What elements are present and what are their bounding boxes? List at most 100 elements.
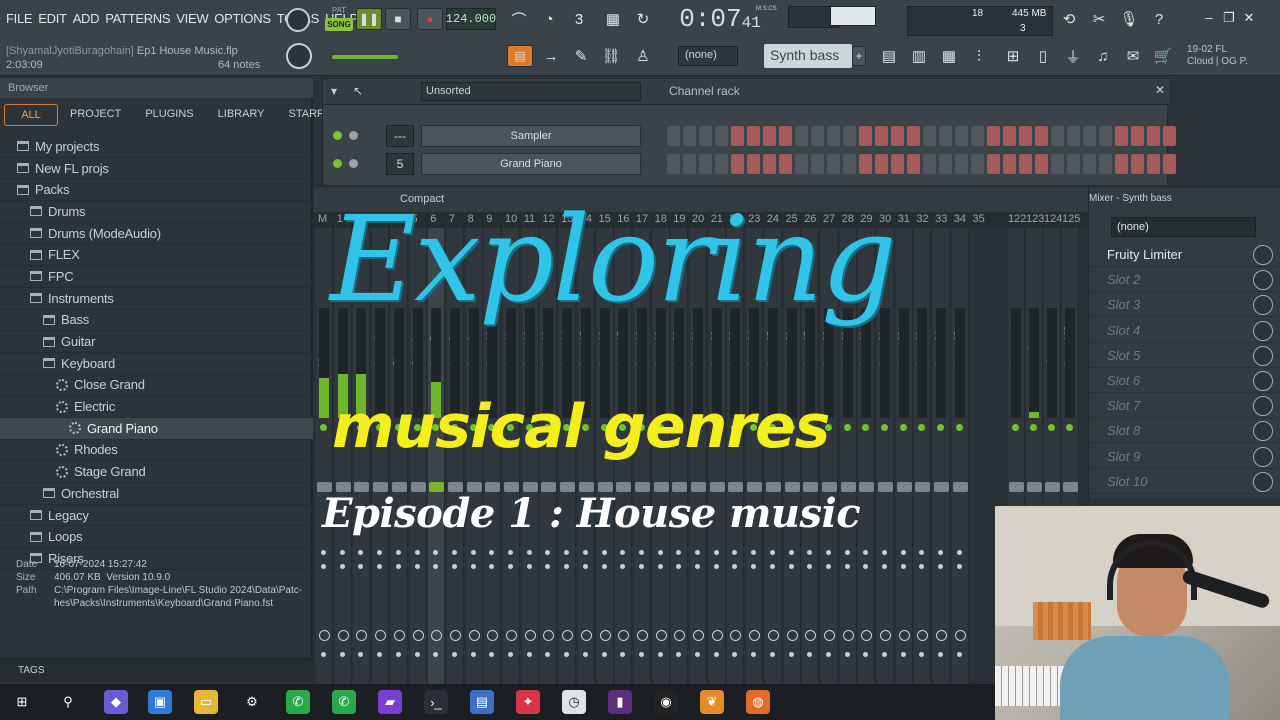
help-icon[interactable]: ? (1146, 6, 1172, 32)
step-button[interactable] (1115, 126, 1128, 146)
pan-knob[interactable] (657, 564, 663, 569)
track-enable-led[interactable] (1012, 424, 1019, 431)
step-button[interactable] (1051, 126, 1064, 146)
pan-knob[interactable] (582, 550, 588, 555)
step-button[interactable] (1067, 126, 1080, 146)
step-button[interactable] (1003, 126, 1016, 146)
fx-mix-knob[interactable] (1253, 270, 1273, 291)
browser-item[interactable]: Instruments (0, 288, 313, 310)
send-knob[interactable] (655, 630, 667, 641)
menu-item-edit[interactable]: EDIT (38, 11, 67, 26)
network-icon[interactable]: ▤ (470, 690, 494, 714)
step-button[interactable] (763, 126, 776, 146)
pan-knob[interactable] (321, 564, 326, 569)
windows-start-icon[interactable]: ⊞ (10, 690, 34, 714)
pan-knob[interactable] (489, 564, 495, 569)
channel-mixer-track[interactable]: 5 (386, 153, 414, 175)
volume-fader[interactable] (878, 482, 893, 492)
pan-knob[interactable] (526, 550, 532, 555)
pan-knob[interactable] (769, 550, 775, 555)
pan-knob[interactable] (564, 564, 570, 569)
track-enable-led[interactable] (955, 424, 963, 431)
pan-knob[interactable] (433, 564, 439, 569)
step-button[interactable] (1163, 126, 1176, 146)
step-button[interactable] (907, 154, 920, 174)
clock-icon[interactable]: ◷ (562, 690, 586, 714)
send-knob[interactable] (319, 630, 330, 641)
pan-knob[interactable] (900, 564, 906, 569)
stereo-dot[interactable] (508, 652, 513, 657)
stop-button[interactable]: ■ (385, 8, 411, 30)
step-button[interactable] (1115, 154, 1128, 174)
wait-for-input-icon[interactable]: ◔ (536, 6, 562, 32)
tags-bar[interactable]: TAGS (0, 658, 313, 682)
pan-knob[interactable] (919, 564, 925, 569)
step-button[interactable] (699, 154, 712, 174)
step-button[interactable] (667, 154, 680, 174)
pan-knob[interactable] (919, 550, 925, 555)
stereo-dot[interactable] (620, 652, 626, 657)
send-knob[interactable] (805, 630, 817, 641)
stereo-dot[interactable] (938, 652, 944, 657)
fx-slot[interactable]: Slot 3 (1089, 292, 1280, 318)
send-knob[interactable] (730, 630, 742, 641)
copilot-icon[interactable]: ◆ (104, 690, 128, 714)
stereo-dot[interactable] (919, 652, 925, 657)
step-button[interactable] (939, 126, 952, 146)
pan-knob[interactable] (545, 550, 551, 555)
send-knob[interactable] (393, 630, 405, 641)
step-button[interactable] (779, 154, 792, 174)
pan-knob[interactable] (713, 564, 719, 569)
step-button[interactable] (683, 154, 696, 174)
send-knob[interactable] (749, 630, 761, 641)
blend-notes-icon[interactable]: ▦ (600, 6, 626, 32)
step-button[interactable] (987, 126, 1000, 146)
piano-roll-icon[interactable]: ▥ (906, 43, 932, 69)
stereo-dot[interactable] (526, 652, 532, 657)
playlist-icon[interactable]: ▤ (876, 43, 902, 69)
stereo-dot[interactable] (545, 652, 551, 657)
fx-mix-knob[interactable] (1253, 421, 1273, 442)
add-channel-button[interactable]: + (852, 46, 866, 66)
step-button[interactable] (859, 126, 872, 146)
browser-item[interactable]: Rhodes (0, 440, 313, 462)
fx-mix-knob[interactable] (1253, 320, 1273, 341)
pan-knob[interactable] (601, 550, 607, 555)
menu-item-options[interactable]: OPTIONS (214, 11, 271, 26)
volume-fader[interactable] (915, 482, 931, 492)
tempo-display[interactable]: 124.000 (446, 8, 496, 30)
send-knob[interactable] (337, 630, 349, 641)
pan-knob[interactable] (657, 550, 663, 555)
pan-knob[interactable] (358, 550, 364, 555)
step-button[interactable] (1099, 154, 1112, 174)
track-enable-led[interactable] (862, 424, 870, 431)
stereo-dot[interactable] (807, 652, 813, 657)
step-button[interactable] (843, 126, 856, 146)
main-pitch-slider[interactable] (332, 55, 398, 59)
pan-knob[interactable] (938, 550, 944, 555)
step-button[interactable] (1019, 154, 1032, 174)
browser-tab-all[interactable]: ALL (4, 104, 58, 126)
stereo-dot[interactable] (956, 652, 962, 657)
fx-mix-knob[interactable] (1253, 371, 1273, 391)
fx-slot[interactable]: Slot 8 (1089, 418, 1280, 444)
step-button[interactable] (1147, 154, 1160, 174)
browser-item[interactable]: Packs (0, 179, 313, 202)
pan-knob[interactable] (564, 550, 570, 555)
step-button[interactable] (827, 126, 840, 146)
step-button[interactable] (875, 154, 888, 174)
volume-fader[interactable] (1027, 482, 1042, 492)
step-button[interactable] (843, 154, 856, 174)
typing-keyboard-button[interactable]: ▤ (507, 45, 533, 67)
shop-icon[interactable]: 🛒 (1150, 43, 1176, 69)
plugin-database-icon[interactable]: ▯ (1030, 43, 1056, 69)
solo-led[interactable] (349, 159, 358, 168)
step-button[interactable] (955, 126, 968, 146)
step-button[interactable] (971, 126, 984, 146)
fx-slot[interactable]: Slot 10 (1089, 469, 1280, 494)
pan-knob[interactable] (451, 564, 457, 569)
pan-knob[interactable] (732, 550, 738, 555)
send-knob[interactable] (431, 630, 443, 641)
browser-icon[interactable]: ⊞ (1000, 43, 1026, 69)
step-button[interactable] (683, 126, 696, 146)
